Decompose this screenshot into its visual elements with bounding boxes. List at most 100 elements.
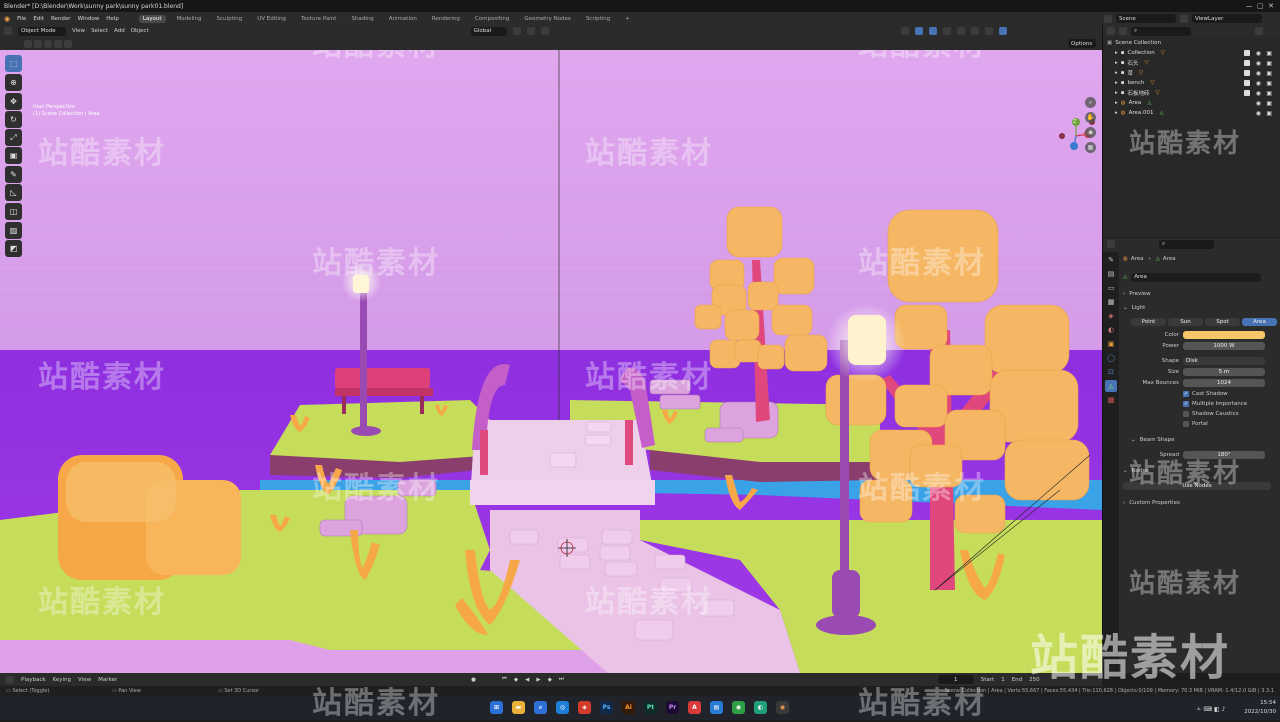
select-intersect-icon[interactable] xyxy=(64,40,72,48)
shading-solid-icon[interactable] xyxy=(970,27,979,35)
jump-start-icon[interactable]: ⏮ xyxy=(502,676,507,683)
select-subtract-icon[interactable] xyxy=(44,40,52,48)
scene-field[interactable]: Scene xyxy=(1116,14,1176,23)
tab-geometry-nodes[interactable]: Geometry Nodes xyxy=(520,15,574,23)
camera-icon[interactable]: ▣ xyxy=(1266,80,1272,87)
select-extend-icon[interactable] xyxy=(34,40,42,48)
jump-end-icon[interactable]: ⏭ xyxy=(559,676,564,683)
tab-physics-icon[interactable]: ◯ xyxy=(1105,352,1117,364)
tab-view-layer-icon[interactable]: ▦ xyxy=(1105,296,1117,308)
properties-type-icon[interactable] xyxy=(1107,240,1115,248)
portal-row[interactable]: Portal xyxy=(1123,419,1277,429)
snap-icon[interactable] xyxy=(526,27,535,35)
eye-icon[interactable]: ◉ xyxy=(1256,90,1261,97)
wechat-icon[interactable]: ◉ xyxy=(732,701,745,714)
menu-marker[interactable]: Marker xyxy=(98,677,117,683)
include-checkbox[interactable] xyxy=(1244,50,1250,56)
expand-arrow-icon[interactable]: ▸ xyxy=(1115,50,1118,56)
expand-arrow-icon[interactable]: ▸ xyxy=(1115,70,1118,76)
tool-extra[interactable]: ◩ xyxy=(5,240,22,257)
eye-icon[interactable]: ◉ xyxy=(1256,70,1261,77)
clock-date[interactable]: 2022/10/30 xyxy=(1236,709,1276,715)
eye-icon[interactable]: ◉ xyxy=(1256,100,1261,107)
expand-arrow-icon[interactable]: ▸ xyxy=(1115,100,1118,106)
light-type-spot[interactable]: Spot xyxy=(1205,318,1240,326)
eye-icon[interactable]: ◉ xyxy=(1256,80,1261,87)
tool-cursor[interactable]: ⊕ xyxy=(5,74,22,91)
select-mode-icon[interactable] xyxy=(24,40,32,48)
tool-rotate[interactable]: ↻ xyxy=(5,111,22,128)
properties-search[interactable]: ⌕ xyxy=(1159,239,1214,249)
tool-shear[interactable]: ▨ xyxy=(5,222,22,239)
color-swatch[interactable] xyxy=(1183,331,1265,339)
shading-material-icon[interactable] xyxy=(984,27,993,35)
multiple-importance-checkbox[interactable]: ✓ xyxy=(1183,401,1189,407)
eye-icon[interactable]: ◉ xyxy=(1256,60,1261,67)
include-checkbox[interactable] xyxy=(1244,90,1250,96)
shape-dropdown[interactable]: Disk xyxy=(1183,357,1265,365)
tray-icons[interactable]: ㅅ ⌨ ◧ ♪ xyxy=(1196,704,1225,713)
tool-scale[interactable]: ⤢ xyxy=(5,129,22,146)
portal-checkbox[interactable] xyxy=(1183,421,1189,427)
expand-arrow-icon[interactable]: ▸ xyxy=(1115,60,1118,66)
options-dropdown[interactable]: Options xyxy=(1068,39,1096,48)
3d-viewport[interactable]: ⬚ ⊕ ✥ ↻ ⤢ ▣ ✎ ◺ ◫ ▨ ◩ User Perspective (… xyxy=(0,50,1102,673)
ortho-grid-icon[interactable]: ▦ xyxy=(1085,142,1096,153)
proportional-icon[interactable] xyxy=(540,27,549,35)
xray-icon[interactable] xyxy=(942,27,951,35)
include-checkbox[interactable] xyxy=(1244,60,1250,66)
play-icon[interactable]: ▶ xyxy=(536,677,540,683)
file-explorer-icon[interactable]: ▬ xyxy=(512,701,525,714)
browser-icon[interactable]: ◎ xyxy=(556,701,569,714)
section-beam-shape[interactable]: ⌄ Beam Shape xyxy=(1123,435,1277,445)
section-custom-properties[interactable]: › Custom Properties xyxy=(1123,498,1277,508)
window-controls[interactable]: — ▢ ✕ xyxy=(1246,2,1274,10)
expand-arrow-icon[interactable]: ▸ xyxy=(1115,90,1118,96)
tab-compositing[interactable]: Compositing xyxy=(471,15,513,23)
outliner-item[interactable]: ▸ ▪ Collection ▽ ◉ ▣ xyxy=(1107,48,1276,58)
visibility-icon[interactable] xyxy=(900,27,909,35)
menu-object[interactable]: Object xyxy=(131,28,149,34)
edge-icon[interactable]: ◐ xyxy=(754,701,767,714)
light-type-point[interactable]: Point xyxy=(1131,318,1166,326)
outliner-item[interactable]: ▸ ◍ Area.001 ◬ ◉ ▣ xyxy=(1107,108,1276,118)
tab-output-icon[interactable]: ▭ xyxy=(1105,282,1117,294)
camera-icon[interactable]: ▣ xyxy=(1266,90,1272,97)
tab-modeling[interactable]: Modeling xyxy=(173,15,206,23)
tab-texture-paint[interactable]: Texture Paint xyxy=(297,15,341,23)
tab-texture-icon[interactable]: ▩ xyxy=(1105,394,1117,406)
menu-view[interactable]: View xyxy=(72,28,85,34)
outliner-search[interactable]: ⌕ xyxy=(1131,26,1191,36)
photoshop-icon[interactable]: Ps xyxy=(600,701,613,714)
tab-object-icon[interactable]: ▣ xyxy=(1105,338,1117,350)
blender-taskbar-icon[interactable]: ◉ xyxy=(776,701,789,714)
outliner-scene-collection[interactable]: ▣ Scene Collection xyxy=(1107,38,1276,48)
tool-annotate[interactable]: ✎ xyxy=(5,166,22,183)
overlay-toggle-icon[interactable] xyxy=(928,27,937,35)
menu-keying[interactable]: Keying xyxy=(53,677,71,683)
menu-timeline-view[interactable]: View xyxy=(78,677,91,683)
timeline-editor-icon[interactable] xyxy=(6,675,14,684)
camera-icon[interactable]: ▣ xyxy=(1266,110,1272,117)
outliner-item[interactable]: ▸ ▪ 石板地砖 ▽ ◉ ▣ xyxy=(1107,88,1276,98)
outliner-type-icon[interactable] xyxy=(1107,27,1115,35)
illustrator-icon[interactable]: Ai xyxy=(622,701,635,714)
outliner-item[interactable]: ▸ ▪ bench ▽ ◉ ▣ xyxy=(1107,78,1276,88)
menu-edit[interactable]: Edit xyxy=(33,16,44,22)
menu-render[interactable]: Render xyxy=(51,16,71,22)
premiere-icon[interactable]: Pr xyxy=(666,701,679,714)
tab-sculpting[interactable]: Sculpting xyxy=(213,15,247,23)
tab-layout[interactable]: Layout xyxy=(138,14,166,23)
expand-arrow-icon[interactable]: ▸ xyxy=(1115,80,1118,86)
filter-funnel-icon[interactable] xyxy=(1255,27,1263,35)
shading-wire-icon[interactable] xyxy=(956,27,965,35)
menu-select[interactable]: Select xyxy=(91,28,108,34)
size-field[interactable]: 5 m xyxy=(1183,368,1265,376)
windows-start-icon[interactable]: ⊞ xyxy=(490,701,503,714)
menu-file[interactable]: File xyxy=(17,16,26,22)
expand-arrow-icon[interactable]: ▸ xyxy=(1115,110,1118,116)
menu-add[interactable]: Add xyxy=(114,28,125,34)
menu-playback[interactable]: Playback xyxy=(21,677,46,683)
tool-add-cube[interactable]: ◫ xyxy=(5,203,22,220)
tab-scripting[interactable]: Scripting xyxy=(582,15,614,23)
